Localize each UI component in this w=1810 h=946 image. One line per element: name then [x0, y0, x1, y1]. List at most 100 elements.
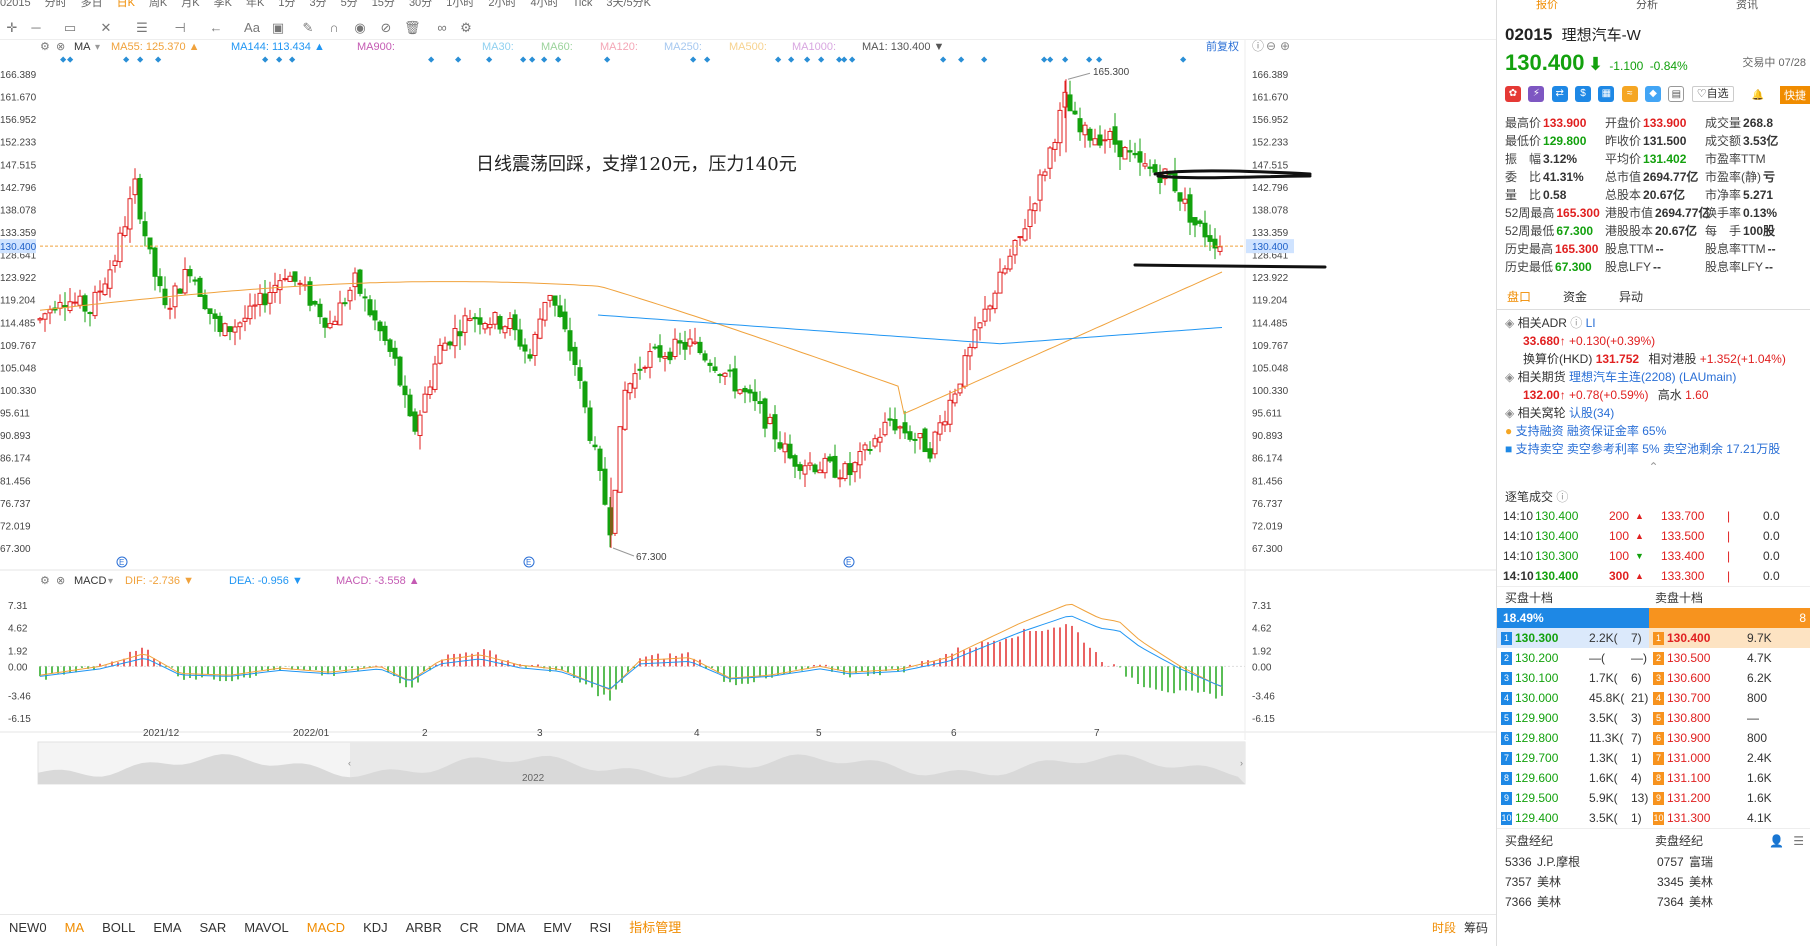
- book-row[interactable]: 9 129.500 5.9K(13) 9 131.200 1.6K: [1497, 788, 1810, 808]
- event-marker[interactable]: ⬥: [704, 54, 711, 64]
- event-marker[interactable]: ⬥: [775, 54, 782, 64]
- measure-tool-icon[interactable]: ⊣: [172, 20, 188, 36]
- event-marker[interactable]: ⬥: [1062, 54, 1069, 64]
- panel-tab[interactable]: 资讯: [1697, 0, 1797, 12]
- indicator-tab[interactable]: NEW0: [0, 915, 56, 941]
- lightning-icon[interactable]: ⚡: [1528, 86, 1545, 102]
- event-marker[interactable]: ⬥: [940, 54, 947, 64]
- period-tab[interactable]: 分时: [45, 0, 67, 9]
- event-marker[interactable]: ⬥: [1180, 54, 1187, 64]
- event-marker[interactable]: ⬥: [428, 54, 435, 64]
- minus-icon[interactable]: ⊖: [1266, 40, 1276, 53]
- indicator-tab[interactable]: BOLL: [93, 915, 144, 941]
- plus-icon[interactable]: ⊕: [1280, 40, 1290, 53]
- indicator-tab[interactable]: 指标管理: [620, 915, 690, 941]
- restore-button[interactable]: 前复权: [1206, 40, 1239, 53]
- broker-row[interactable]: 7366 美林 7364 美林: [1497, 892, 1810, 912]
- quick-trade-button[interactable]: 快捷: [1780, 86, 1810, 104]
- book-row[interactable]: 5 129.900 3.5K(3) 5 130.800—: [1497, 708, 1810, 728]
- close-icon[interactable]: ⊗: [56, 41, 65, 53]
- bottom-right-tab[interactable]: 时段: [1432, 921, 1456, 935]
- event-marker[interactable]: ⬥: [123, 54, 130, 64]
- book-row[interactable]: 3 130.100 1.7K(6) 3 130.600 6.2K: [1497, 668, 1810, 688]
- event-marker[interactable]: ⬥: [289, 54, 296, 64]
- kline-chart[interactable]: ⚙ ⊗ MA ▾ MA55: 125.370 ▲ MA144: 113.434 ▲ MA90…: [0, 40, 1496, 912]
- event-marker[interactable]: ⬥: [604, 54, 611, 64]
- indicator-tab[interactable]: EMV: [534, 915, 580, 941]
- period-tab[interactable]: 4小时: [530, 0, 558, 9]
- book-row[interactable]: 10 129.400 3.5K(1) 10 131.300 4.1K: [1497, 808, 1810, 828]
- event-marker[interactable]: ⬥: [818, 54, 825, 64]
- period-tab[interactable]: 月K: [181, 0, 199, 9]
- event-marker[interactable]: ⬥: [1086, 54, 1093, 64]
- period-tab[interactable]: 02015: [0, 0, 31, 9]
- adr-link[interactable]: LI: [1586, 316, 1596, 330]
- line-tool-icon[interactable]: ─: [28, 20, 44, 36]
- period-tab[interactable]: 日K: [117, 0, 135, 9]
- period-tab[interactable]: 年K: [246, 0, 264, 9]
- broker-row[interactable]: 7357 美林 3345 美林: [1497, 872, 1810, 892]
- event-marker[interactable]: ⬥: [841, 54, 848, 64]
- period-tab[interactable]: 1分: [278, 0, 295, 9]
- book-row[interactable]: 6 129.800 11.3K(7) 6 130.900 800: [1497, 728, 1810, 748]
- book-row[interactable]: 4 130.000 45.8K(21) 4 130.700 800: [1497, 688, 1810, 708]
- book-row[interactable]: 7 129.700 1.3K(1) 7 131.000 2.4K: [1497, 748, 1810, 768]
- panel-tab[interactable]: 分析: [1597, 0, 1697, 12]
- pen-tool-icon[interactable]: ✎: [300, 20, 316, 36]
- fib-tool-icon[interactable]: ☰: [134, 20, 150, 36]
- period-tab[interactable]: 周K: [149, 0, 167, 9]
- navigator-right-handle[interactable]: ›: [1240, 758, 1243, 768]
- book-row[interactable]: 8 129.600 1.6K(4) 8 131.100 1.6K: [1497, 768, 1810, 788]
- collapse-icon[interactable]: ⌃: [1505, 458, 1802, 476]
- period-tab[interactable]: 15分: [372, 0, 395, 9]
- menu-icon[interactable]: ☰: [1793, 829, 1804, 853]
- dollar-icon[interactable]: $: [1575, 86, 1592, 102]
- indicator-tab[interactable]: KDJ: [354, 915, 397, 941]
- comment-tool-icon[interactable]: ▣: [270, 20, 286, 36]
- close-icon[interactable]: ⊗: [56, 575, 65, 587]
- eye-icon[interactable]: ◉: [352, 20, 368, 36]
- drawn-support-line[interactable]: [1133, 263, 1327, 269]
- book-row[interactable]: 2 130.200 —(—) 2 130.500 4.7K: [1497, 648, 1810, 668]
- book-row[interactable]: 1 130.300 2.2K(7) 1 130.400 9.7K: [1497, 628, 1810, 648]
- navigator-left-handle[interactable]: ‹: [348, 758, 351, 768]
- indicator-tab[interactable]: MAVOL: [235, 915, 298, 941]
- indicator-tab[interactable]: MACD: [298, 915, 354, 941]
- event-marker[interactable]: ⬥: [690, 54, 697, 64]
- event-marker[interactable]: ⬥: [529, 54, 536, 64]
- event-marker[interactable]: ⬥: [455, 54, 462, 64]
- shuffle-icon[interactable]: ⇄: [1551, 86, 1568, 102]
- help-icon[interactable]: ⓘ: [1570, 316, 1582, 330]
- cross-tool-icon[interactable]: ✕: [98, 20, 114, 36]
- bottom-right-tab[interactable]: 筹码: [1464, 921, 1488, 935]
- info-icon[interactable]: ⓘ: [1252, 40, 1264, 53]
- gear-icon[interactable]: ⚙: [40, 575, 50, 587]
- event-marker[interactable]: ⬥: [788, 54, 795, 64]
- orderbook-tab[interactable]: 资金: [1563, 284, 1619, 310]
- event-marker[interactable]: ⬥: [137, 54, 144, 64]
- indicator-tab[interactable]: SAR: [190, 915, 235, 941]
- period-tab[interactable]: Tick: [573, 0, 593, 9]
- annotation-text[interactable]: 日线震荡回踩，支撑120元，压力140元: [476, 154, 797, 175]
- orderbook-tab[interactable]: 异动: [1619, 284, 1675, 310]
- chart-icon[interactable]: ≈: [1621, 86, 1638, 102]
- period-tab[interactable]: 3天/5分K: [606, 0, 651, 9]
- gear-icon[interactable]: ⚙: [40, 41, 50, 53]
- chip-icon[interactable]: ▦: [1598, 86, 1615, 102]
- period-tab[interactable]: 3分: [309, 0, 326, 9]
- event-marker[interactable]: ⬥: [1096, 54, 1103, 64]
- hide-icon[interactable]: ⊘: [378, 20, 394, 36]
- period-tab[interactable]: 30分: [409, 0, 432, 9]
- text-tool-icon[interactable]: Aa: [244, 20, 260, 36]
- event-marker[interactable]: ⬥: [155, 54, 162, 64]
- event-marker[interactable]: ⬥: [555, 54, 562, 64]
- indicator-tab[interactable]: ARBR: [397, 915, 451, 941]
- event-marker[interactable]: ⬥: [1047, 54, 1054, 64]
- period-tab[interactable]: 5分: [341, 0, 358, 9]
- event-marker[interactable]: ⬥: [541, 54, 548, 64]
- rect-tool-icon[interactable]: ▭: [62, 20, 78, 36]
- doc-icon[interactable]: ▤: [1668, 86, 1685, 102]
- indicator-tab[interactable]: EMA: [144, 915, 190, 941]
- event-marker[interactable]: ⬥: [981, 54, 988, 64]
- indicator-tab[interactable]: DMA: [488, 915, 535, 941]
